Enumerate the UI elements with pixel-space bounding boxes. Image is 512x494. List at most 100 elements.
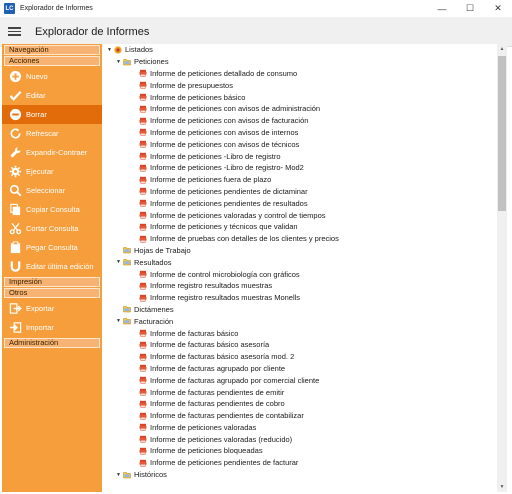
tree-report-item[interactable]: Informe de facturas básico [103,327,497,339]
tree-report-item[interactable]: Informe de peticiones detallado de consu… [103,68,497,80]
tree-report-item[interactable]: Informe de presupuestos [103,79,497,91]
tree-report-item[interactable]: Informe de peticiones con avisos de admi… [103,103,497,115]
collapse-arrow-icon[interactable]: ▼ [115,259,122,265]
tree-item-label: Informe de peticiones detallado de consu… [150,68,298,78]
section-navegacion[interactable]: Navegación [4,45,100,55]
tree-report-item[interactable]: Informe de peticiones pendientes de dict… [103,186,497,198]
maximize-button[interactable]: ☐ [456,0,484,17]
tree-report-item[interactable]: Informe de facturas pendientes de emitir [103,386,497,398]
tree-report-item[interactable]: Informe de peticiones básico [103,91,497,103]
tree-report-item[interactable]: Informe de peticiones y técnicos que val… [103,221,497,233]
tree-item-label: Informe de peticiones -Libro de registro… [150,163,304,173]
tree-item-label: Dictámenes [134,304,174,314]
checkmark-icon [8,89,22,103]
tree-folder-item[interactable]: ▼ Históricos [103,469,497,481]
tree-report-item[interactable]: Informe de control microbiología con grá… [103,268,497,280]
action-exportar[interactable]: Exportar [2,299,102,318]
action-refrescar[interactable]: Refrescar [2,124,102,143]
close-button[interactable]: ✕ [484,0,512,17]
collapse-arrow-icon[interactable]: ▼ [106,47,113,53]
action-label: Pegar Consulta [26,243,78,252]
tree-folder-item[interactable]: ▼ Peticiones [103,56,497,68]
report-icon [138,399,147,408]
tree-report-item[interactable]: Informe de facturas pendientes de cobro [103,398,497,410]
tree-report-item[interactable]: Informe de facturas básico asesoría mod.… [103,351,497,363]
vertical-scrollbar[interactable]: ▲ ▼ [497,44,507,492]
tree-item-label: Informe de pruebas con detalles de los c… [150,234,339,244]
folder-icon [122,317,131,326]
tree-report-item[interactable]: Informe registro resultados muestras Mon… [103,292,497,304]
action-label: Cortar Consulta [26,224,79,233]
collapse-arrow-icon[interactable]: ▼ [115,472,122,478]
tree-report-item[interactable]: Informe de facturas agrupado por cliente [103,363,497,375]
tree-folder-item[interactable]: ▼ Facturación [103,315,497,327]
tree-report-item[interactable]: Informe de peticiones pendientes de fact… [103,457,497,469]
action-label: Importar [26,323,54,332]
tree-folder-item[interactable]: Hojas de Trabajo [103,245,497,257]
report-icon [138,281,147,290]
action-expandir-contraer[interactable]: Expandir-Contraer [2,143,102,162]
tree-report-item[interactable]: Informe de peticiones con avisos de fact… [103,115,497,127]
action-ejecutar[interactable]: Ejecutar [2,162,102,181]
tree-item-label: Peticiones [134,57,169,67]
action-seleccionar[interactable]: Seleccionar [2,181,102,200]
hamburger-menu-icon[interactable] [8,27,21,36]
action-cortar-consulta[interactable]: Cortar Consulta [2,219,102,238]
report-icon [138,329,147,338]
action-editar[interactable]: Editar [2,86,102,105]
action-editar-ultima-edicion[interactable]: Editar última edición [2,257,102,276]
paste-icon [8,241,22,255]
tree-report-item[interactable]: Informe de peticiones -Libro de registro [103,150,497,162]
tree-report-item[interactable]: Informe de peticiones valoradas [103,422,497,434]
tree-report-item[interactable]: Informe registro resultados muestras [103,280,497,292]
tree-item-label: Informe de facturas pendientes de contab… [150,411,304,421]
report-icon [138,199,147,208]
action-label: Refrescar [26,129,59,138]
section-otros[interactable]: Otros [4,288,100,298]
tree-folder-item[interactable]: Dictámenes [103,304,497,316]
action-importar[interactable]: Importar [2,318,102,337]
tree-report-item[interactable]: Informe de pruebas con detalles de los c… [103,233,497,245]
tree-item-label: Informe de peticiones con avisos de admi… [150,104,321,114]
tree-item-label: Informe registro resultados muestras [150,281,273,291]
tree-report-item[interactable]: Informe de peticiones bloqueadas [103,445,497,457]
action-borrar[interactable]: Borrar [2,105,102,124]
scroll-down-icon[interactable]: ▼ [497,482,507,492]
tree-item-label: Informe de peticiones pendientes de resu… [150,198,308,208]
scroll-up-icon[interactable]: ▲ [497,44,507,54]
report-icon [138,234,147,243]
magnet-icon [8,260,22,274]
tree-report-item[interactable]: Informe de peticiones con avisos de técn… [103,138,497,150]
tree-report-item[interactable]: Informe de peticiones valoradas y contro… [103,209,497,221]
tree-report-item[interactable]: Informe de facturas agrupado por comerci… [103,374,497,386]
gear-icon [8,165,22,179]
app-logo-icon: LC [4,3,15,14]
tree-item-label: Informe de facturas básico [150,328,239,338]
section-acciones[interactable]: Acciones [4,56,100,66]
section-administracion[interactable]: Administración [4,338,100,348]
tree-report-item[interactable]: Informe de peticiones con avisos de inte… [103,127,497,139]
report-icon [138,340,147,349]
action-copiar-consulta[interactable]: Copiar Consulta [2,200,102,219]
report-icon [138,175,147,184]
tree-report-item[interactable]: Informe de peticiones -Libro de registro… [103,162,497,174]
tree-report-item[interactable]: Informe de peticiones pendientes de resu… [103,197,497,209]
minimize-button[interactable]: — [428,0,456,17]
tree-report-item[interactable]: Informe de peticiones fuera de plazo [103,174,497,186]
tree-folder-item[interactable]: ▼ Listados [103,44,497,56]
report-icon [138,376,147,385]
tree-report-item[interactable]: Informe de facturas pendientes de contab… [103,410,497,422]
tree-report-item[interactable]: Informe de peticiones valoradas (reducid… [103,433,497,445]
refresh-icon [8,127,22,141]
scroll-thumb[interactable] [498,56,506,211]
tree-report-item[interactable]: Informe de facturas básico asesoría [103,339,497,351]
action-pegar-consulta[interactable]: Pegar Consulta [2,238,102,257]
section-impresion[interactable]: Impresión [4,277,100,287]
report-icon [138,187,147,196]
tree-folder-item[interactable]: ▼ Resultados [103,256,497,268]
action-label: Seleccionar [26,186,66,195]
folder-icon [122,305,131,314]
action-nuevo[interactable]: Nuevo [2,67,102,86]
collapse-arrow-icon[interactable]: ▼ [115,59,122,65]
collapse-arrow-icon[interactable]: ▼ [115,318,122,324]
